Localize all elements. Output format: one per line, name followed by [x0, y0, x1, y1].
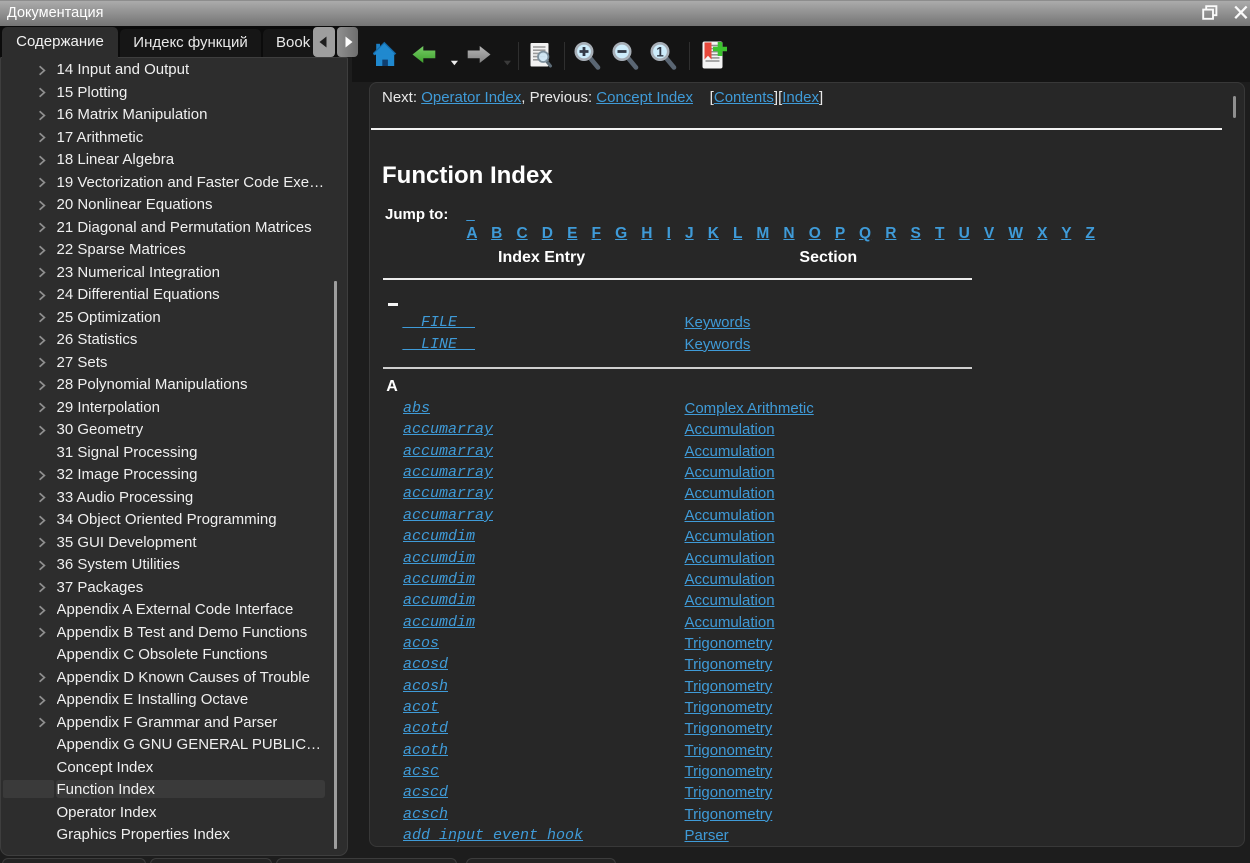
svg-text:1: 1	[656, 44, 664, 59]
